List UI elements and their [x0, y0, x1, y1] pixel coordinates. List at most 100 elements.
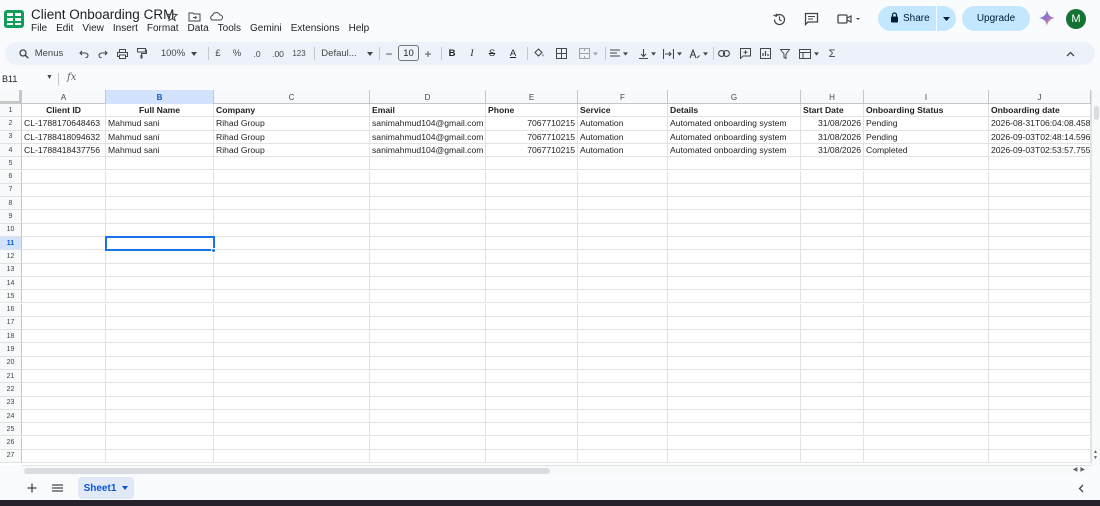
- table-cell[interactable]: [486, 170, 578, 184]
- horizontal-scroll-thumb[interactable]: [24, 468, 550, 474]
- vertical-scroll-thumb[interactable]: [1094, 106, 1099, 120]
- header-cell[interactable]: Onboarding Status: [864, 104, 989, 118]
- table-cell[interactable]: [989, 250, 1091, 264]
- table-cell[interactable]: [801, 263, 864, 277]
- table-cell[interactable]: [22, 423, 106, 437]
- vertical-align-icon[interactable]: [637, 42, 657, 65]
- row-header[interactable]: 3: [0, 130, 22, 144]
- table-cell[interactable]: [22, 183, 106, 198]
- table-cell[interactable]: [864, 449, 989, 464]
- table-cell[interactable]: [864, 223, 989, 237]
- table-cell[interactable]: Completed: [864, 143, 989, 158]
- table-cell[interactable]: [801, 303, 864, 317]
- menu-format[interactable]: Format: [147, 23, 179, 34]
- table-cell[interactable]: [864, 290, 989, 304]
- table-cell[interactable]: [864, 423, 989, 437]
- table-cell[interactable]: 7067710215: [486, 117, 578, 131]
- table-cell[interactable]: [22, 250, 106, 264]
- table-cell[interactable]: [989, 303, 1091, 317]
- filter-icon[interactable]: [777, 42, 793, 65]
- table-cell[interactable]: [486, 223, 578, 237]
- table-cell[interactable]: [486, 276, 578, 291]
- table-cell[interactable]: [214, 370, 370, 384]
- table-cell[interactable]: [370, 170, 486, 184]
- table-cell[interactable]: [668, 396, 801, 410]
- table-cell[interactable]: [578, 343, 668, 357]
- table-cell[interactable]: [106, 223, 214, 237]
- table-cell[interactable]: Mahmud sani: [106, 130, 214, 144]
- row-header[interactable]: 17: [0, 316, 22, 331]
- table-cell[interactable]: [989, 356, 1091, 370]
- table-cell[interactable]: [864, 356, 989, 370]
- table-cell[interactable]: [578, 210, 668, 224]
- table-cell[interactable]: [106, 183, 214, 198]
- table-cell[interactable]: [578, 330, 668, 344]
- table-cell[interactable]: [214, 250, 370, 264]
- table-cell[interactable]: [22, 210, 106, 224]
- table-cell[interactable]: [370, 157, 486, 171]
- table-cell[interactable]: [22, 356, 106, 370]
- table-cell[interactable]: [22, 316, 106, 331]
- table-cell[interactable]: [370, 197, 486, 211]
- row-header[interactable]: 23: [0, 396, 22, 410]
- all-sheets-menu-icon[interactable]: [48, 479, 66, 497]
- table-cell[interactable]: [989, 370, 1091, 384]
- table-cell[interactable]: [214, 290, 370, 304]
- table-cell[interactable]: [989, 423, 1091, 437]
- table-cell[interactable]: 2026-09-03T02:48:14.596: [989, 130, 1091, 144]
- table-cell[interactable]: [22, 436, 106, 450]
- table-cell[interactable]: [578, 183, 668, 198]
- table-cell[interactable]: [668, 343, 801, 357]
- undo-icon[interactable]: [77, 42, 91, 65]
- table-cell[interactable]: Automated onboarding system: [668, 117, 801, 131]
- comments-icon[interactable]: [802, 10, 820, 28]
- table-cell[interactable]: [801, 223, 864, 237]
- currency-format-button[interactable]: £: [211, 42, 225, 65]
- table-cell[interactable]: [668, 223, 801, 237]
- menu-extensions[interactable]: Extensions: [291, 23, 340, 34]
- table-cell[interactable]: [668, 303, 801, 317]
- table-cell[interactable]: [989, 383, 1091, 397]
- table-cell[interactable]: [801, 157, 864, 171]
- table-cell[interactable]: [106, 170, 214, 184]
- table-cell[interactable]: [989, 183, 1091, 198]
- table-cell[interactable]: [989, 290, 1091, 304]
- version-history-icon[interactable]: [770, 10, 788, 28]
- table-cell[interactable]: [801, 183, 864, 198]
- table-cell[interactable]: Rihad Group: [214, 130, 370, 144]
- menu-insert[interactable]: Insert: [113, 23, 138, 34]
- table-cell[interactable]: [578, 396, 668, 410]
- table-cell[interactable]: [106, 290, 214, 304]
- table-cell[interactable]: [214, 330, 370, 344]
- menu-file[interactable]: File: [31, 23, 47, 34]
- table-cell[interactable]: CL-1788170648463: [22, 117, 106, 131]
- table-cell[interactable]: CL-1788418094632: [22, 130, 106, 144]
- table-cell[interactable]: [22, 303, 106, 317]
- row-header[interactable]: 22: [0, 383, 22, 397]
- table-cell[interactable]: [486, 409, 578, 424]
- table-cell[interactable]: [801, 383, 864, 397]
- table-cell[interactable]: [214, 197, 370, 211]
- table-cell[interactable]: [22, 263, 106, 277]
- table-cell[interactable]: [214, 409, 370, 424]
- table-cell[interactable]: [214, 303, 370, 317]
- table-cell[interactable]: [370, 316, 486, 331]
- table-cell[interactable]: [989, 343, 1091, 357]
- table-cell[interactable]: [864, 183, 989, 198]
- table-cell[interactable]: [22, 370, 106, 384]
- table-cell[interactable]: CL-1788418437756: [22, 143, 106, 158]
- table-cell[interactable]: [22, 396, 106, 410]
- table-cell[interactable]: [370, 210, 486, 224]
- table-cell[interactable]: [214, 170, 370, 184]
- explore-collapse-icon[interactable]: [1072, 479, 1090, 497]
- header-cell[interactable]: Full Name: [106, 104, 214, 118]
- strikethrough-button[interactable]: S: [485, 42, 499, 65]
- table-cell[interactable]: [370, 183, 486, 198]
- paint-format-icon[interactable]: [135, 42, 149, 65]
- increase-decimal-button[interactable]: .00: [267, 42, 289, 65]
- table-cell[interactable]: [801, 409, 864, 424]
- table-cell[interactable]: [370, 263, 486, 277]
- table-cell[interactable]: [486, 370, 578, 384]
- insert-comment-icon[interactable]: [737, 42, 753, 65]
- header-cell[interactable]: Start Date: [801, 104, 864, 118]
